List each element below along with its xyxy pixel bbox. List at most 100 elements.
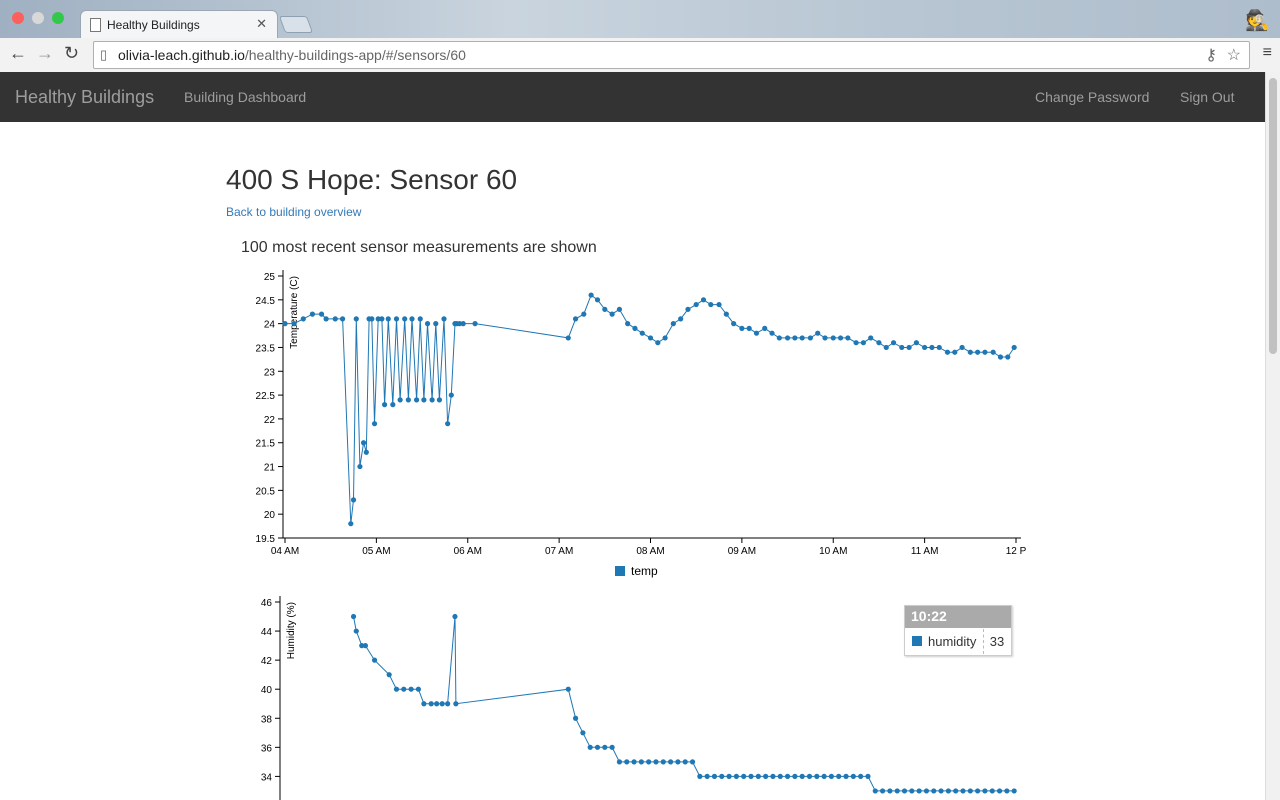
- data-point: [433, 321, 439, 327]
- page-info-icon[interactable]: ▯: [100, 47, 107, 63]
- x-tick-label: 08 AM: [636, 546, 664, 557]
- nav-sign-out[interactable]: Sign Out: [1180, 89, 1234, 105]
- data-point: [300, 316, 306, 322]
- data-point: [879, 788, 886, 794]
- data-point: [393, 686, 400, 692]
- forward-arrow-icon[interactable]: →: [36, 43, 54, 64]
- data-point: [906, 344, 912, 351]
- data-point: [452, 613, 458, 620]
- data-point: [836, 773, 842, 779]
- data-point: [424, 321, 431, 327]
- data-point: [685, 306, 691, 312]
- data-point: [660, 759, 666, 765]
- reload-icon[interactable]: ↻: [64, 43, 79, 64]
- data-point: [693, 301, 699, 308]
- data-point: [381, 402, 388, 408]
- maximize-window-button[interactable]: [52, 12, 64, 24]
- data-point: [638, 759, 644, 765]
- data-point: [982, 788, 988, 794]
- data-point: [821, 773, 827, 779]
- data-point: [916, 788, 922, 794]
- data-point: [753, 330, 760, 336]
- url-text: olivia-leach.github.io/healthy-buildings…: [118, 47, 466, 63]
- legend-label: temp: [631, 564, 658, 578]
- y-tick-label: 19.5: [256, 534, 276, 545]
- data-point: [899, 344, 905, 351]
- data-point: [815, 330, 821, 336]
- data-point: [472, 321, 478, 327]
- data-point: [565, 686, 571, 692]
- data-point: [632, 325, 638, 331]
- y-tick-label: 21: [264, 463, 276, 474]
- data-point: [708, 301, 714, 308]
- data-point: [371, 657, 378, 663]
- data-point: [865, 773, 871, 779]
- data-point: [439, 701, 445, 707]
- data-point: [901, 788, 908, 794]
- y-tick-label: 22.5: [256, 391, 276, 402]
- data-point: [436, 397, 443, 403]
- close-tab-icon[interactable]: ✕: [256, 16, 267, 32]
- bookmark-star-icon[interactable]: ☆: [1227, 45, 1241, 65]
- tab-title: Healthy Buildings: [107, 18, 200, 32]
- address-bar[interactable]: ▯ olivia-leach.github.io/healthy-buildin…: [93, 41, 1250, 69]
- tooltip-row: humidity 33: [905, 629, 1009, 654]
- data-point: [929, 344, 935, 351]
- data-point: [445, 421, 451, 427]
- data-point: [441, 316, 447, 322]
- data-point: [572, 316, 579, 322]
- browser-tab[interactable]: Healthy Buildings ✕: [80, 10, 278, 39]
- data-point: [822, 335, 828, 341]
- data-point: [390, 402, 396, 408]
- data-point: [845, 335, 851, 341]
- page-title: 400 S Hope: Sensor 60: [226, 164, 518, 195]
- new-tab-button[interactable]: [278, 16, 314, 33]
- scrollbar-thumb[interactable]: [1269, 78, 1277, 354]
- x-tick-label: 04 AM: [271, 546, 299, 557]
- data-point: [405, 397, 411, 403]
- data-point: [982, 349, 988, 355]
- y-axis-label: Humidity (%): [286, 602, 297, 659]
- menu-icon[interactable]: ≡: [1263, 44, 1272, 62]
- data-point: [799, 773, 805, 779]
- back-arrow-icon[interactable]: ←: [9, 43, 27, 64]
- data-point: [401, 686, 407, 692]
- data-point: [371, 421, 378, 427]
- data-point: [945, 788, 951, 794]
- data-point: [1005, 354, 1011, 360]
- data-point: [408, 686, 414, 692]
- data-point: [960, 788, 966, 794]
- data-point: [716, 301, 722, 308]
- data-point: [876, 340, 882, 346]
- data-point: [393, 316, 400, 322]
- nav-change-password[interactable]: Change Password: [1035, 89, 1149, 105]
- legend-swatch: [615, 566, 625, 576]
- nav-building-dashboard[interactable]: Building Dashboard: [184, 89, 306, 105]
- incognito-icon: 🕵: [1245, 10, 1270, 32]
- page-scrollbar[interactable]: [1265, 72, 1280, 800]
- data-point: [413, 397, 420, 403]
- y-tick-label: 21.5: [256, 439, 276, 450]
- y-axis-label: Temperature (C): [289, 276, 300, 349]
- close-window-button[interactable]: [12, 12, 24, 24]
- data-point: [282, 321, 288, 327]
- data-point: [594, 744, 601, 750]
- y-tick-label: 20: [264, 510, 276, 521]
- brand-link[interactable]: Healthy Buildings: [15, 87, 154, 108]
- data-point: [784, 335, 791, 341]
- data-point: [799, 335, 805, 341]
- data-point: [655, 340, 661, 346]
- x-tick-label: 07 AM: [545, 546, 573, 557]
- data-point: [858, 773, 864, 779]
- data-point: [350, 497, 357, 503]
- data-point: [631, 759, 637, 765]
- data-point: [594, 297, 601, 303]
- tooltip-value: 33: [983, 629, 1010, 654]
- key-icon[interactable]: ⚷: [1205, 45, 1217, 65]
- minimize-window-button[interactable]: [32, 12, 44, 24]
- back-to-overview-link[interactable]: Back to building overview: [226, 205, 361, 219]
- data-point: [429, 397, 435, 403]
- data-point: [309, 311, 316, 317]
- data-point: [460, 321, 466, 327]
- data-point: [931, 788, 937, 794]
